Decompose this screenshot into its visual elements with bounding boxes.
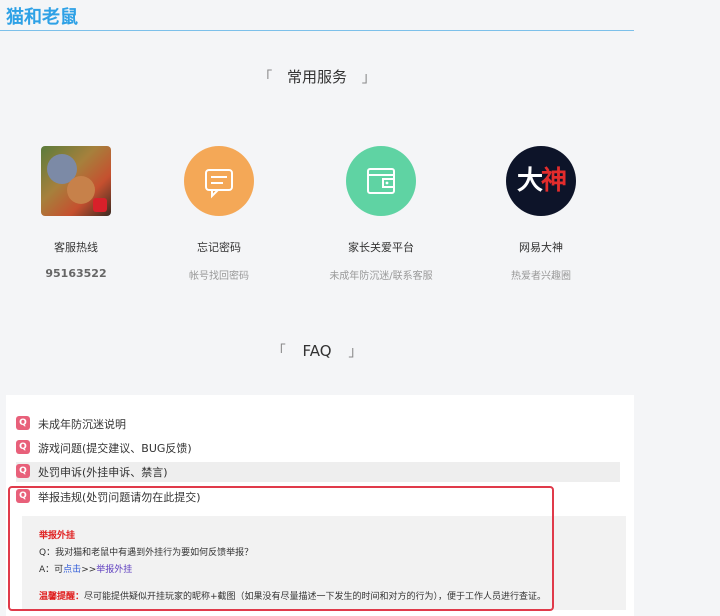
wallet-icon[interactable] — [346, 146, 416, 216]
bracket-right: 」 — [348, 344, 363, 360]
bracket-left: 「 — [271, 344, 286, 360]
service-dashen[interactable]: 大神 网易大神 热爱者兴趣圈 — [471, 146, 611, 282]
q-badge-icon: Q — [16, 440, 30, 454]
faq-item[interactable]: Q 未成年防沉迷说明 — [16, 414, 620, 434]
q-badge-icon: Q — [16, 464, 30, 478]
faq-title-text: FAQ — [302, 342, 332, 360]
service-name[interactable]: 网易大神 — [471, 239, 611, 255]
service-hotline[interactable]: 客服热线 95163522 — [6, 146, 146, 280]
game-logo-icon[interactable] — [41, 146, 111, 216]
faq-item-label[interactable]: 游戏问题(提交建议、BUG反馈) — [38, 440, 192, 456]
faq-item-label[interactable]: 处罚申诉(外挂申诉、禁言) — [38, 464, 168, 480]
service-forgot-password[interactable]: 忘记密码 帐号找回密码 — [149, 146, 289, 282]
service-name[interactable]: 客服热线 — [6, 239, 146, 255]
service-desc: 未成年防沉迷/联系客服 — [329, 271, 433, 282]
dashen-char-1: 大 — [516, 166, 543, 196]
faq-item-label[interactable]: 未成年防沉迷说明 — [38, 416, 126, 432]
services-section-title: 「 常用服务 」 — [0, 66, 634, 87]
highlight-box — [8, 486, 554, 611]
service-parent-care[interactable]: 家长关爱平台 未成年防沉迷/联系客服 — [311, 146, 451, 282]
faq-item[interactable]: Q 游戏问题(提交建议、BUG反馈) — [16, 438, 620, 458]
faq-item[interactable]: Q 处罚申诉(外挂申诉、禁言) — [16, 462, 620, 482]
services-title-text: 常用服务 — [286, 68, 347, 86]
bracket-right: 」 — [361, 70, 376, 86]
service-name[interactable]: 家长关爱平台 — [311, 239, 451, 255]
service-desc: 帐号找回密码 — [189, 271, 249, 282]
page-header: 猫和老鼠 — [0, 0, 634, 31]
message-icon[interactable] — [184, 146, 254, 216]
dashen-logo-text: 大神 — [506, 146, 576, 216]
bracket-left: 「 — [258, 70, 273, 86]
service-desc: 热爱者兴趣圈 — [511, 271, 571, 282]
faq-section-title: 「 FAQ 」 — [0, 341, 634, 361]
q-badge-icon: Q — [16, 416, 30, 430]
dashen-char-2: 神 — [541, 166, 567, 196]
service-desc: 95163522 — [45, 267, 107, 280]
service-name[interactable]: 忘记密码 — [149, 239, 289, 255]
page-title: 猫和老鼠 — [6, 7, 78, 28]
dashen-icon[interactable]: 大神 — [506, 146, 576, 216]
